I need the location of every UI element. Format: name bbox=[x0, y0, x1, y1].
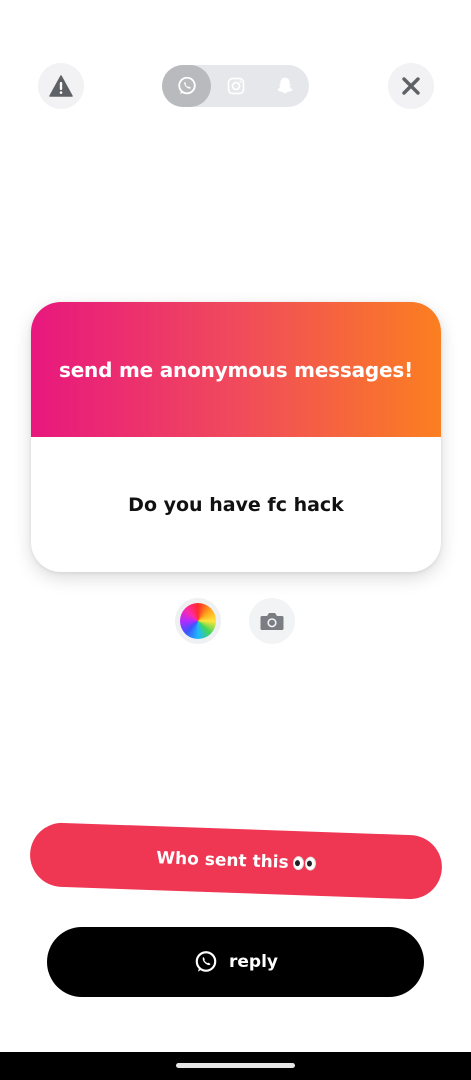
card-header-text: send me anonymous messages! bbox=[58, 357, 413, 382]
home-indicator[interactable] bbox=[176, 1063, 295, 1068]
camera-button[interactable] bbox=[249, 598, 295, 644]
color-picker-button[interactable] bbox=[175, 598, 221, 644]
reply-button[interactable]: reply bbox=[47, 927, 424, 997]
tab-snapchat[interactable] bbox=[260, 65, 309, 107]
reply-label: reply bbox=[229, 952, 278, 972]
color-wheel-icon bbox=[180, 603, 216, 639]
whatsapp-icon bbox=[195, 951, 217, 972]
camera-icon bbox=[260, 613, 284, 630]
message-card: send me anonymous messages! Do you have … bbox=[31, 302, 441, 572]
tab-whatsapp[interactable] bbox=[162, 65, 211, 107]
warning-icon bbox=[49, 75, 73, 97]
share-target-selector bbox=[162, 65, 309, 107]
whatsapp-icon bbox=[177, 76, 196, 95]
tab-instagram[interactable] bbox=[211, 65, 260, 107]
who-sent-this-button[interactable]: Who sent this bbox=[29, 821, 443, 901]
close-button[interactable] bbox=[388, 63, 434, 109]
screen: send me anonymous messages! Do you have … bbox=[0, 0, 471, 1080]
who-sent-label: Who sent this bbox=[155, 848, 290, 873]
eyes-emoji bbox=[292, 855, 316, 871]
close-icon bbox=[402, 77, 420, 95]
instagram-icon bbox=[227, 77, 244, 95]
report-button[interactable] bbox=[38, 63, 84, 109]
card-header: send me anonymous messages! bbox=[31, 302, 441, 437]
message-text: Do you have fc hack bbox=[128, 493, 344, 516]
snapchat-icon bbox=[276, 77, 293, 94]
card-body: Do you have fc hack bbox=[31, 437, 441, 572]
